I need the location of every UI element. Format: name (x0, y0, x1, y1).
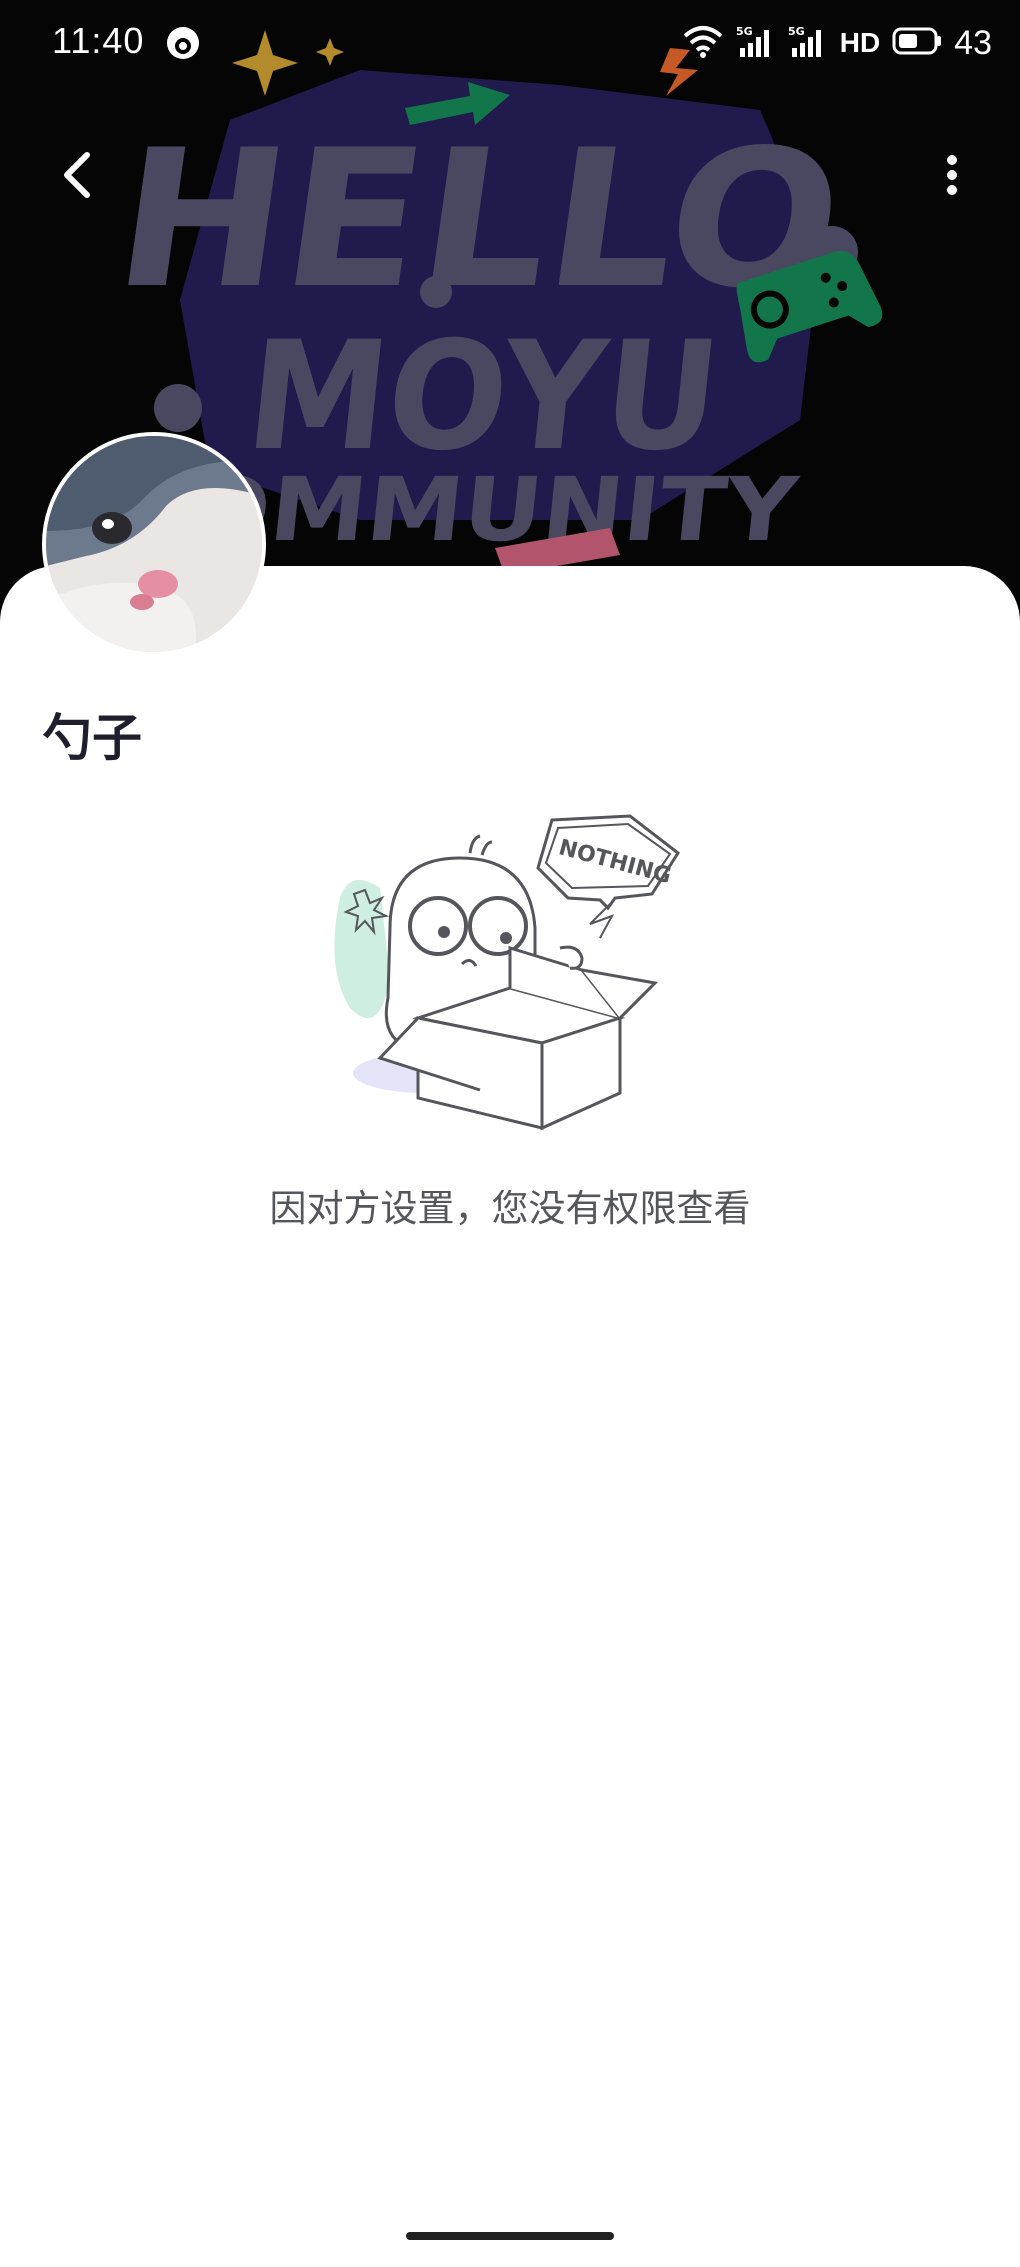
cat-avatar-image (46, 436, 262, 652)
avatar[interactable] (42, 432, 266, 656)
chevron-left-icon (64, 152, 90, 198)
empty-state-illustration: NOTHING (320, 808, 700, 1143)
notification-app-icon (165, 25, 201, 66)
battery-icon (892, 27, 942, 60)
mint-blob-shape (334, 880, 390, 1018)
network-label-1: 5G (736, 25, 753, 38)
profile-page: HELLO MOYU COMMUNITY 11:40 5G 5G HD 43 勺… (0, 0, 1020, 2267)
back-button[interactable] (42, 140, 112, 210)
username: 勺子 (42, 709, 142, 767)
status-right-group: 5G 5G HD 43 (682, 20, 992, 66)
wifi-icon (682, 24, 724, 63)
status-bar: 11:40 5G 5G HD 43 (0, 0, 1020, 88)
more-vertical-icon (947, 155, 957, 195)
battery-level: 43 (954, 23, 992, 62)
nothing-speech-badge: NOTHING (536, 814, 680, 939)
home-indicator[interactable] (406, 2232, 614, 2240)
hd-voice-label: HD (839, 27, 881, 58)
more-options-button[interactable] (922, 140, 982, 210)
signal-icon-sim1: 5G (736, 24, 776, 63)
signal-icon-sim2: 5G (788, 24, 828, 63)
network-label-2: 5G (788, 25, 805, 38)
status-time: 11:40 (52, 20, 145, 61)
permission-denied-message: 因对方设置，您没有权限查看 (269, 1187, 751, 1230)
